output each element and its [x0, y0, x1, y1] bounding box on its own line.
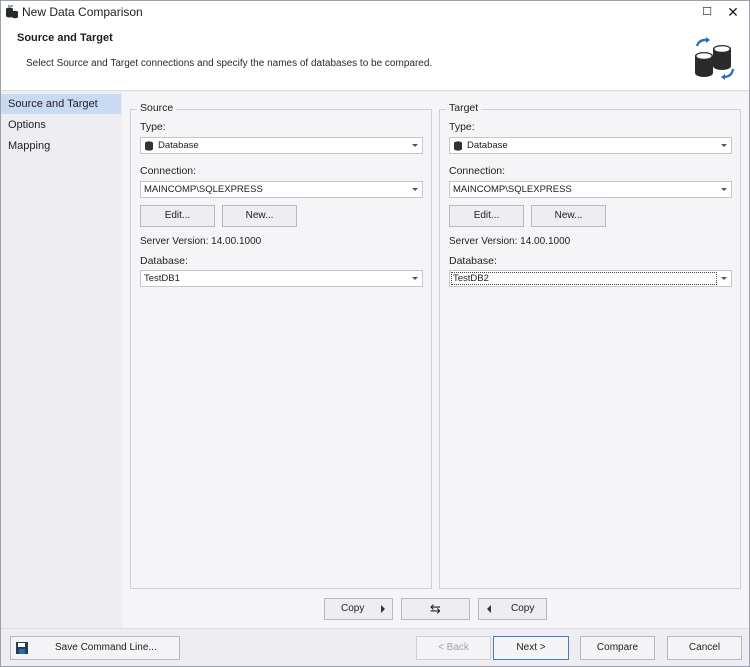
nav-item-options[interactable]: Options [1, 115, 121, 135]
source-database-select[interactable]: TestDB1 [140, 270, 423, 287]
chevron-down-icon [412, 277, 418, 280]
focus-rectangle [451, 272, 717, 285]
source-type-value: Database [158, 140, 199, 151]
dialog-footer: Save Command Line... < Back Next > Compa… [1, 628, 749, 666]
save-command-line-label: Save Command Line... [55, 642, 157, 653]
page-subtitle: Select Source and Target connections and… [26, 58, 433, 69]
swap-icon: ⇆ [430, 601, 441, 616]
target-database-select[interactable]: TestDB2 [449, 270, 732, 287]
chevron-down-icon [412, 188, 418, 191]
dialog-window: New Data Comparison ☐ ✕ Source and Targe… [0, 0, 750, 667]
save-icon [16, 642, 28, 654]
target-edit-button[interactable]: Edit... [449, 205, 524, 227]
source-type-label: Type: [140, 121, 166, 133]
source-new-button[interactable]: New... [222, 205, 297, 227]
copy-to-source-label: Copy [511, 603, 535, 614]
copy-to-target-label: Copy [341, 603, 365, 614]
source-group-title: Source [137, 102, 177, 114]
nav-item-source-and-target[interactable]: Source and Target [1, 94, 121, 114]
database-icon [145, 141, 153, 151]
database-sync-icon [695, 37, 735, 80]
source-connection-value: MAINCOMP\SQLEXPRESS [144, 184, 263, 195]
swap-button[interactable]: ⇆ [401, 598, 470, 620]
page-title: Source and Target [17, 32, 113, 44]
chevron-down-icon [721, 144, 727, 147]
target-database-value: TestDB2 [453, 273, 489, 284]
target-connection-value: MAINCOMP\SQLEXPRESS [453, 184, 572, 195]
maximize-button[interactable]: ☐ [698, 3, 716, 21]
arrow-left-icon [487, 605, 491, 613]
target-database-label: Database: [449, 255, 497, 267]
target-type-value: Database [467, 140, 508, 151]
target-type-select[interactable]: Database [449, 137, 732, 154]
next-button[interactable]: Next > [493, 636, 569, 660]
source-type-select[interactable]: Database [140, 137, 423, 154]
source-database-label: Database: [140, 255, 188, 267]
target-group-title: Target [446, 102, 482, 114]
source-edit-button[interactable]: Edit... [140, 205, 215, 227]
source-group: Source Type: Database Connection: MAINCO… [130, 102, 432, 589]
arrow-right-icon [381, 605, 385, 613]
main-panel: Source Type: Database Connection: MAINCO… [122, 92, 749, 628]
target-connection-label: Connection: [449, 165, 506, 177]
target-connection-select[interactable]: MAINCOMP\SQLEXPRESS [449, 181, 732, 198]
source-connection-select[interactable]: MAINCOMP\SQLEXPRESS [140, 181, 423, 198]
page-header: Source and Target Select Source and Targ… [1, 23, 749, 91]
source-database-value: TestDB1 [144, 273, 180, 284]
window-title: New Data Comparison [22, 5, 143, 19]
title-bar: New Data Comparison ☐ ✕ [1, 1, 749, 23]
back-button[interactable]: < Back [416, 636, 491, 660]
copy-to-source-button[interactable]: Copy [478, 598, 547, 620]
app-database-icon [6, 5, 18, 19]
target-group: Target Type: Database Connection: MAINCO… [439, 102, 741, 589]
wizard-nav: Source and Target Options Mapping [1, 92, 121, 628]
database-icon [454, 141, 462, 151]
chevron-down-icon [721, 188, 727, 191]
target-new-button[interactable]: New... [531, 205, 606, 227]
save-command-line-button[interactable]: Save Command Line... [10, 636, 180, 660]
cancel-button[interactable]: Cancel [667, 636, 742, 660]
copy-to-target-button[interactable]: Copy [324, 598, 393, 620]
target-type-label: Type: [449, 121, 475, 133]
close-button[interactable]: ✕ [724, 3, 742, 21]
chevron-down-icon [412, 144, 418, 147]
nav-item-mapping[interactable]: Mapping [1, 136, 121, 156]
source-connection-label: Connection: [140, 165, 197, 177]
chevron-down-icon [721, 277, 727, 280]
target-server-version: Server Version: 14.00.1000 [449, 236, 571, 247]
source-server-version: Server Version: 14.00.1000 [140, 236, 262, 247]
compare-button[interactable]: Compare [580, 636, 655, 660]
